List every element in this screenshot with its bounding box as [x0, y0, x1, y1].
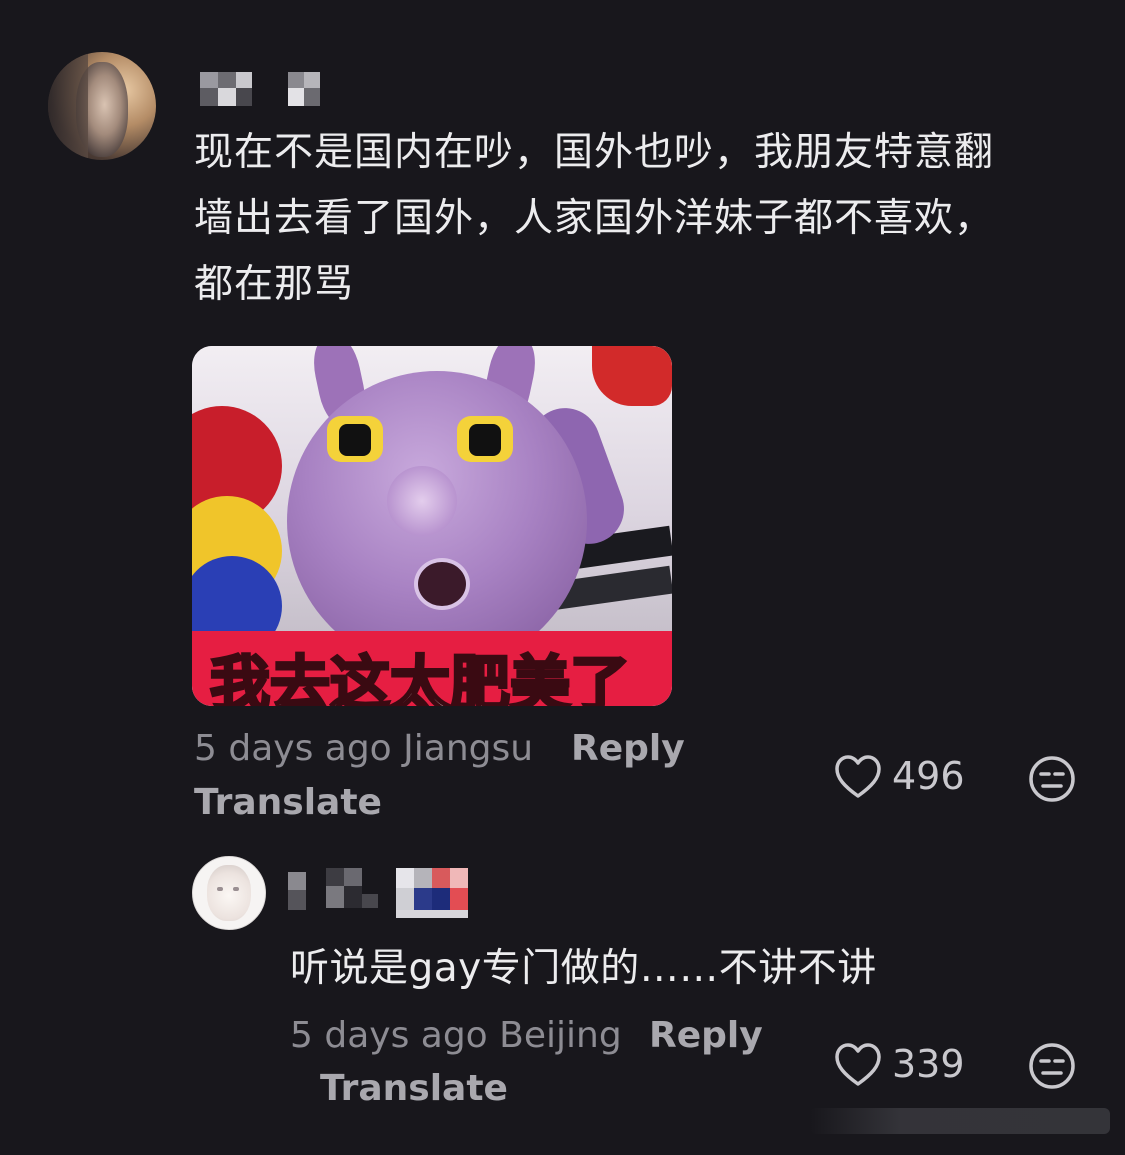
- expressionless-face-icon[interactable]: [1028, 755, 1076, 803]
- heart-outline-icon: [835, 1043, 881, 1086]
- like-button[interactable]: 496: [834, 752, 974, 806]
- translate-button[interactable]: Translate: [320, 1068, 508, 1109]
- like-button[interactable]: 339: [834, 1040, 974, 1094]
- sticker-image[interactable]: 我去这太肥美了: [192, 346, 672, 706]
- comment-text-line: 墙出去看了国外，人家国外洋妹子都不喜欢，: [194, 196, 995, 241]
- sticker-caption: 我去这太肥美了: [209, 649, 632, 707]
- comment-text: 听说是gay专门做的……不讲不讲: [290, 946, 877, 991]
- like-count: 496: [892, 754, 965, 798]
- avatar[interactable]: [48, 52, 156, 160]
- comment-meta: 5 days ago Beijing: [290, 1015, 622, 1056]
- reply-comment-item: 听说是gay专门做的……不讲不讲 5 days ago Beijing Repl…: [0, 840, 1125, 1155]
- comment-text-line: 现在不是国内在吵，国外也吵，我朋友特意翻: [194, 130, 995, 175]
- comment-text-line: 都在那骂: [194, 262, 355, 307]
- comment-item: 现在不是国内在吵，国外也吵，我朋友特意翻 墙出去看了国外，人家国外洋妹子都不喜欢…: [0, 0, 1125, 840]
- reply-button[interactable]: Reply: [649, 1015, 763, 1056]
- like-count: 339: [892, 1042, 965, 1086]
- comment-text: 现在不是国内在吵，国外也吵，我朋友特意翻 墙出去看了国外，人家国外洋妹子都不喜欢…: [194, 120, 1074, 318]
- expressionless-face-icon[interactable]: [1028, 1042, 1076, 1090]
- reply-button[interactable]: Reply: [571, 728, 685, 769]
- translate-button[interactable]: Translate: [194, 782, 382, 823]
- avatar[interactable]: [192, 856, 266, 930]
- comment-meta: 5 days ago Jiangsu: [194, 728, 534, 769]
- username-blurred[interactable]: [286, 864, 496, 920]
- heart-outline-icon: [835, 755, 881, 798]
- username-blurred[interactable]: [196, 66, 326, 110]
- watermark: [810, 1108, 1110, 1134]
